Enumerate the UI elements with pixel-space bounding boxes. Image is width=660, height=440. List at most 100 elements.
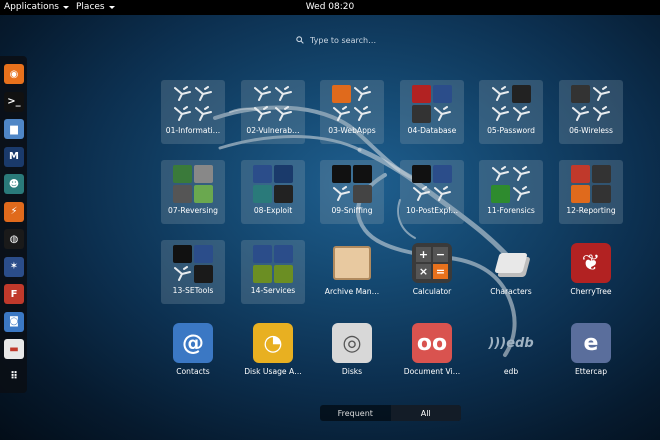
dock-item-maltego[interactable]: ◍: [4, 229, 24, 249]
folder-label: 13-SETools: [172, 286, 214, 295]
folder-4[interactable]: 04-Database: [400, 80, 464, 144]
app-mini-icon: [173, 85, 192, 103]
calculator-icon: + − × =: [412, 243, 452, 283]
clock-label[interactable]: Wed 08:20: [306, 2, 354, 12]
app-mini-icon: [571, 105, 590, 123]
edb-icon: )))edb: [488, 335, 534, 351]
folder-label: 10-PostExpl…: [405, 206, 459, 215]
app-label: Disks: [341, 367, 363, 376]
dock-item-toggle-app[interactable]: ▬: [4, 339, 24, 359]
applications-label: Applications: [4, 2, 59, 12]
app-mini-icon: [412, 105, 431, 123]
folder-preview: [253, 165, 293, 203]
app-mini-icon: [491, 185, 510, 203]
document-vi-icon: oo: [412, 323, 452, 363]
dock-item-screenshot[interactable]: ◙: [4, 311, 24, 332]
app-calculator[interactable]: + − × = Calculator: [400, 240, 464, 304]
folder-preview: [173, 85, 213, 123]
folder-12[interactable]: 12-Reporting: [559, 160, 623, 224]
app-mini-icon: [194, 165, 213, 183]
characters-icon: [491, 243, 531, 283]
dock-item-armitage[interactable]: ☻: [4, 174, 24, 194]
folder-7[interactable]: 07-Reversing: [161, 160, 225, 224]
folder-11[interactable]: 11-Forensics: [479, 160, 543, 224]
top-bar: Applications Places Wed 08:20: [0, 0, 660, 15]
app-mini-icon: [173, 165, 192, 183]
folder-9[interactable]: 09-Sniffing: [320, 160, 384, 224]
dock-item-show-apps[interactable]: ⠿: [4, 367, 24, 387]
app-mini-icon: [253, 245, 272, 263]
ettercap-icon: e: [571, 323, 611, 363]
folder-label: 08-Exploit: [253, 206, 293, 215]
folder-label: 12-Reporting: [566, 206, 616, 215]
tab-frequent[interactable]: Frequent: [320, 405, 391, 421]
app-mini-icon: [173, 105, 192, 123]
search-input[interactable]: [310, 35, 420, 45]
places-menu[interactable]: Places: [72, 0, 119, 15]
app-mini-icon: [253, 105, 272, 123]
app-mini-icon: [512, 165, 531, 183]
app-mini-icon: [173, 245, 192, 263]
app-ettercap[interactable]: e Ettercap: [559, 320, 623, 384]
app-mini-icon: [253, 265, 272, 283]
dock-item-beef[interactable]: ✶: [4, 256, 24, 277]
folder-6[interactable]: 06-Wireless: [559, 80, 623, 144]
app-contacts[interactable]: @ Contacts: [161, 320, 225, 384]
app-disk-usage-a[interactable]: ◔ Disk Usage A…: [241, 320, 305, 384]
app-disks[interactable]: ◎ Disks: [320, 320, 384, 384]
app-mini-icon: [253, 85, 272, 103]
folder-3[interactable]: 03-WebApps: [320, 80, 384, 144]
firefox-icon: ◉: [9, 68, 19, 80]
dock-item-burpsuite[interactable]: ⚡: [4, 201, 24, 222]
app-mini-icon: [412, 165, 431, 183]
folder-10[interactable]: 10-PostExpl…: [400, 160, 464, 224]
app-mini-icon: [274, 185, 293, 203]
dock-item-faraday[interactable]: F: [4, 284, 24, 304]
folder-label: 14-Services: [250, 286, 296, 295]
folder-label: 04-Database: [407, 126, 457, 135]
app-label: Characters: [490, 287, 532, 296]
dock-item-metasploit[interactable]: M: [4, 146, 24, 167]
search-icon: [296, 36, 304, 44]
search-bar[interactable]: [296, 32, 436, 48]
folder-1[interactable]: 01-Informati…: [161, 80, 225, 144]
app-mini-icon: [491, 105, 510, 123]
folder-2[interactable]: 02-Vulnerab…: [241, 80, 305, 144]
app-mini-icon: [512, 185, 531, 203]
folder-preview: [173, 245, 213, 283]
screenshot-icon: ◙: [9, 316, 19, 327]
app-mini-icon: [412, 185, 431, 203]
toggle-app-icon: ▬: [9, 343, 19, 355]
dock-item-terminal[interactable]: >_: [4, 91, 24, 112]
folder-5[interactable]: 05-Password: [479, 80, 543, 144]
app-mini-icon: [353, 105, 372, 123]
folder-label: 11-Forensics: [487, 206, 535, 215]
app-edb[interactable]: )))edb edb: [479, 320, 543, 384]
app-mini-icon: [274, 105, 293, 123]
applications-menu[interactable]: Applications: [0, 0, 73, 15]
app-mini-icon: [274, 165, 293, 183]
app-archive-man[interactable]: Archive Man…: [320, 240, 384, 304]
folder-preview: [253, 85, 293, 123]
app-mini-icon: [353, 185, 372, 203]
dock-item-firefox[interactable]: ◉: [4, 64, 24, 84]
faraday-icon: F: [10, 288, 18, 300]
app-characters[interactable]: Characters: [479, 240, 543, 304]
folder-14[interactable]: 14-Services: [241, 240, 305, 304]
metasploit-icon: M: [9, 151, 19, 162]
app-label: Archive Man…: [324, 287, 380, 296]
app-cherrytree[interactable]: ❦ CherryTree: [559, 240, 623, 304]
app-mini-icon: [274, 265, 293, 283]
app-mini-icon: [353, 165, 372, 183]
app-mini-icon: [592, 85, 611, 103]
app-document-vi[interactable]: oo Document Vi…: [400, 320, 464, 384]
folder-8[interactable]: 08-Exploit: [241, 160, 305, 224]
dock-item-files[interactable]: ▆: [4, 119, 24, 139]
folder-13[interactable]: 13-SETools: [161, 240, 225, 304]
app-mini-icon: [491, 85, 510, 103]
tab-all[interactable]: All: [390, 405, 461, 421]
folder-label: 07-Reversing: [168, 206, 218, 215]
folder-preview: [412, 85, 452, 123]
folder-label: 02-Vulnerab…: [246, 126, 300, 135]
app-mini-icon: [433, 165, 452, 183]
